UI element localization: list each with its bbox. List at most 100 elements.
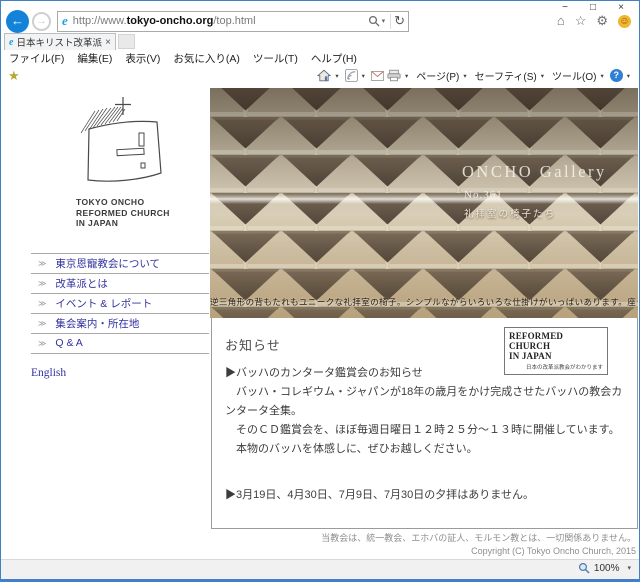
url-prefix: http://www. <box>72 15 127 27</box>
minimize-button[interactable]: − <box>551 1 579 15</box>
menu-bar: ファイル(F) 編集(E) 表示(V) お気に入り(A) ツール(T) ヘルプ(… <box>9 51 357 66</box>
command-bar-buttons: ▾ ▾ ▾ ページ(P) ▾ セーフティ(S) ▾ ツール(O) ▾ ? ▾ <box>317 68 633 83</box>
chrome-icons: ⌂ ☆ ⚙ ☺ <box>557 14 631 28</box>
browser-tab[interactable]: e 日本キリスト改革派東京恩寵... × <box>4 33 116 50</box>
nav-item-location[interactable]: ≫ 集会案内・所在地 <box>31 312 209 333</box>
badge-line: IN JAPAN <box>509 351 552 361</box>
chevron-right-icon: ≫ <box>38 258 47 268</box>
sidebar-nav: ≫ 東京恩寵教会について ≫ 改革派とは ≫ イベント & レポート ≫ 集会案… <box>31 252 209 354</box>
logo-text: TOKYO ONCHO REFORMED CHURCH IN JAPAN <box>76 197 209 229</box>
tools-dropdown-icon[interactable]: ▾ <box>600 72 603 80</box>
chevron-right-icon: ≫ <box>38 298 47 308</box>
menu-item-tools[interactable]: ツール(T) <box>253 51 298 66</box>
gallery-number: No.361 <box>464 189 503 201</box>
divider <box>390 13 392 29</box>
nav-label: 東京恩寵教会について <box>55 257 161 270</box>
english-link[interactable]: English <box>31 367 209 379</box>
news-line: そのＣＤ鑑賞会を、ほぼ毎週日曜日１２時２５分～１３時に開催しています。 <box>225 424 620 436</box>
url-path: /top.html <box>213 15 256 27</box>
nav-item-events[interactable]: ≫ イベント & レポート <box>31 292 209 313</box>
search-dropdown-icon[interactable]: ▾ <box>382 17 386 25</box>
chevron-right-icon: ≫ <box>38 278 47 288</box>
news-line: ▶バッハのカンタータ鑑賞会のお知らせ <box>225 367 423 379</box>
safety-menu[interactable]: セーフティ(S) <box>475 68 537 83</box>
zoom-icon <box>578 562 590 574</box>
logo-line: IN JAPAN <box>76 218 119 228</box>
feed-icon[interactable] <box>344 69 358 82</box>
search-icon[interactable] <box>368 15 380 27</box>
zoom-level: 100% <box>593 562 620 574</box>
forward-button[interactable]: → <box>32 11 51 31</box>
gallery-subtitle: 礼拝室の椅子たち <box>464 209 557 220</box>
back-icon: ← <box>11 12 24 28</box>
menu-item-file[interactable]: ファイル(F) <box>9 51 64 66</box>
badge-title: REFORMED CHURCH IN JAPAN <box>509 331 603 361</box>
nav-item-about-church[interactable]: ≫ 東京恩寵教会について <box>31 252 209 273</box>
photo-light-band <box>210 194 638 204</box>
print-icon[interactable] <box>387 69 401 82</box>
status-bar: 100% ▾ <box>1 559 639 579</box>
chevron-right-icon: ≫ <box>38 338 47 348</box>
photo-caption: 逆三角形の背もたれもユニークな礼拝室の椅子。シンプルながらいろいろな仕掛けがいっ… <box>210 297 638 307</box>
tab-bar: e 日本キリスト改革派東京恩寵... × <box>4 33 135 50</box>
new-tab-button[interactable] <box>118 34 135 49</box>
refresh-icon[interactable]: ↻ <box>394 13 405 29</box>
help-dropdown-icon[interactable]: ▾ <box>627 72 630 80</box>
tab-title: 日本キリスト改革派東京恩寵... <box>16 38 102 49</box>
page-menu[interactable]: ページ(P) <box>416 68 459 83</box>
nav-label: イベント & レポート <box>55 297 153 310</box>
news-heading: お知らせ <box>225 338 281 353</box>
window-controls: − □ × <box>551 1 635 15</box>
nav-item-reformed[interactable]: ≫ 改革派とは <box>31 272 209 293</box>
church-logo-icon <box>80 97 162 182</box>
nav-item-qa[interactable]: ≫ Q & A <box>31 332 209 353</box>
view-favorites-icon[interactable]: ★ <box>8 68 20 84</box>
news-section: お知らせ REFORMED CHURCH IN JAPAN 日本の改革派教会がわ… <box>211 318 638 529</box>
menu-item-view[interactable]: 表示(V) <box>125 51 160 66</box>
url-text[interactable]: http://www.tokyo-oncho.org/top.html <box>73 15 368 27</box>
settings-gear-icon[interactable]: ⚙ <box>596 14 608 28</box>
help-icon[interactable]: ? <box>609 69 623 82</box>
footer-copyright: Copyright (C) Tokyo Oncho Church, 2015 <box>471 546 636 556</box>
chevron-right-icon: ≫ <box>38 318 47 328</box>
news-item-bach: ▶バッハのカンタータ鑑賞会のお知らせ バッハ・コレギウム・ジャパンが18年の歳月… <box>225 364 625 459</box>
url-domain: tokyo-oncho.org <box>126 15 214 27</box>
nav-label: 改革派とは <box>55 277 108 290</box>
zoom-control[interactable]: 100% ▾ <box>578 562 631 574</box>
news-line: 本物のバッハを体感しに、ぜひお越しください。 <box>225 443 478 455</box>
hero-image: ONCHO Gallery No.361 礼拝室の椅子たち 逆三角形の背もたれも… <box>210 88 638 318</box>
feedback-smiley-icon[interactable]: ☺ <box>618 14 631 28</box>
menu-item-edit[interactable]: 編集(E) <box>77 51 112 66</box>
favorites-star-icon[interactable]: ☆ <box>575 14 587 28</box>
mail-icon[interactable] <box>371 70 384 81</box>
sidebar: TOKYO ONCHO REFORMED CHURCH IN JAPAN ≫ 東… <box>31 93 209 379</box>
footer-disclaimer: 当教会は、統一教会、エホバの証人、モルモン教とは、一切関係ありません。 <box>321 533 636 543</box>
page-content: TOKYO ONCHO REFORMED CHURCH IN JAPAN ≫ 東… <box>1 85 639 560</box>
close-button[interactable]: × <box>607 1 635 15</box>
address-bar[interactable]: e http://www.tokyo-oncho.org/top.html ▾ … <box>57 10 409 32</box>
address-row: ← → e http://www.tokyo-oncho.org/top.htm… <box>6 9 409 33</box>
feed-dropdown-icon[interactable]: ▾ <box>362 72 365 80</box>
home-dropdown-icon[interactable]: ▾ <box>335 72 338 80</box>
page-footer: 当教会は、統一教会、エホバの証人、モルモン教とは、一切関係ありません。 Copy… <box>321 532 636 558</box>
news-line: バッハ・コレギウム・ジャパンが18年の歳月をかけ完成させたバッハの教会カンタータ… <box>225 386 623 417</box>
tab-close-icon[interactable]: × <box>105 37 111 48</box>
command-home-icon[interactable] <box>317 69 332 82</box>
back-button[interactable]: ← <box>6 9 29 33</box>
print-dropdown-icon[interactable]: ▾ <box>405 72 408 80</box>
home-icon[interactable]: ⌂ <box>557 14 565 28</box>
tab-favicon-icon: e <box>9 36 14 48</box>
safety-dropdown-icon[interactable]: ▾ <box>541 72 544 80</box>
zoom-dropdown-icon[interactable]: ▾ <box>627 564 631 572</box>
logo-line: TOKYO ONCHO <box>76 197 145 207</box>
page-dropdown-icon[interactable]: ▾ <box>463 72 466 80</box>
browser-window: − □ × ← → e http://www.tokyo-oncho.org/t… <box>0 0 640 582</box>
maximize-button[interactable]: □ <box>579 1 607 15</box>
logo-line: REFORMED CHURCH <box>76 207 170 218</box>
badge-line: REFORMED CHURCH <box>509 331 564 351</box>
menu-item-favorites[interactable]: お気に入り(A) <box>173 51 240 66</box>
menu-item-help[interactable]: ヘルプ(H) <box>311 51 357 66</box>
nav-label: Q & A <box>55 337 83 349</box>
tools-menu[interactable]: ツール(O) <box>552 68 596 83</box>
site-favicon-icon: e <box>62 13 68 28</box>
